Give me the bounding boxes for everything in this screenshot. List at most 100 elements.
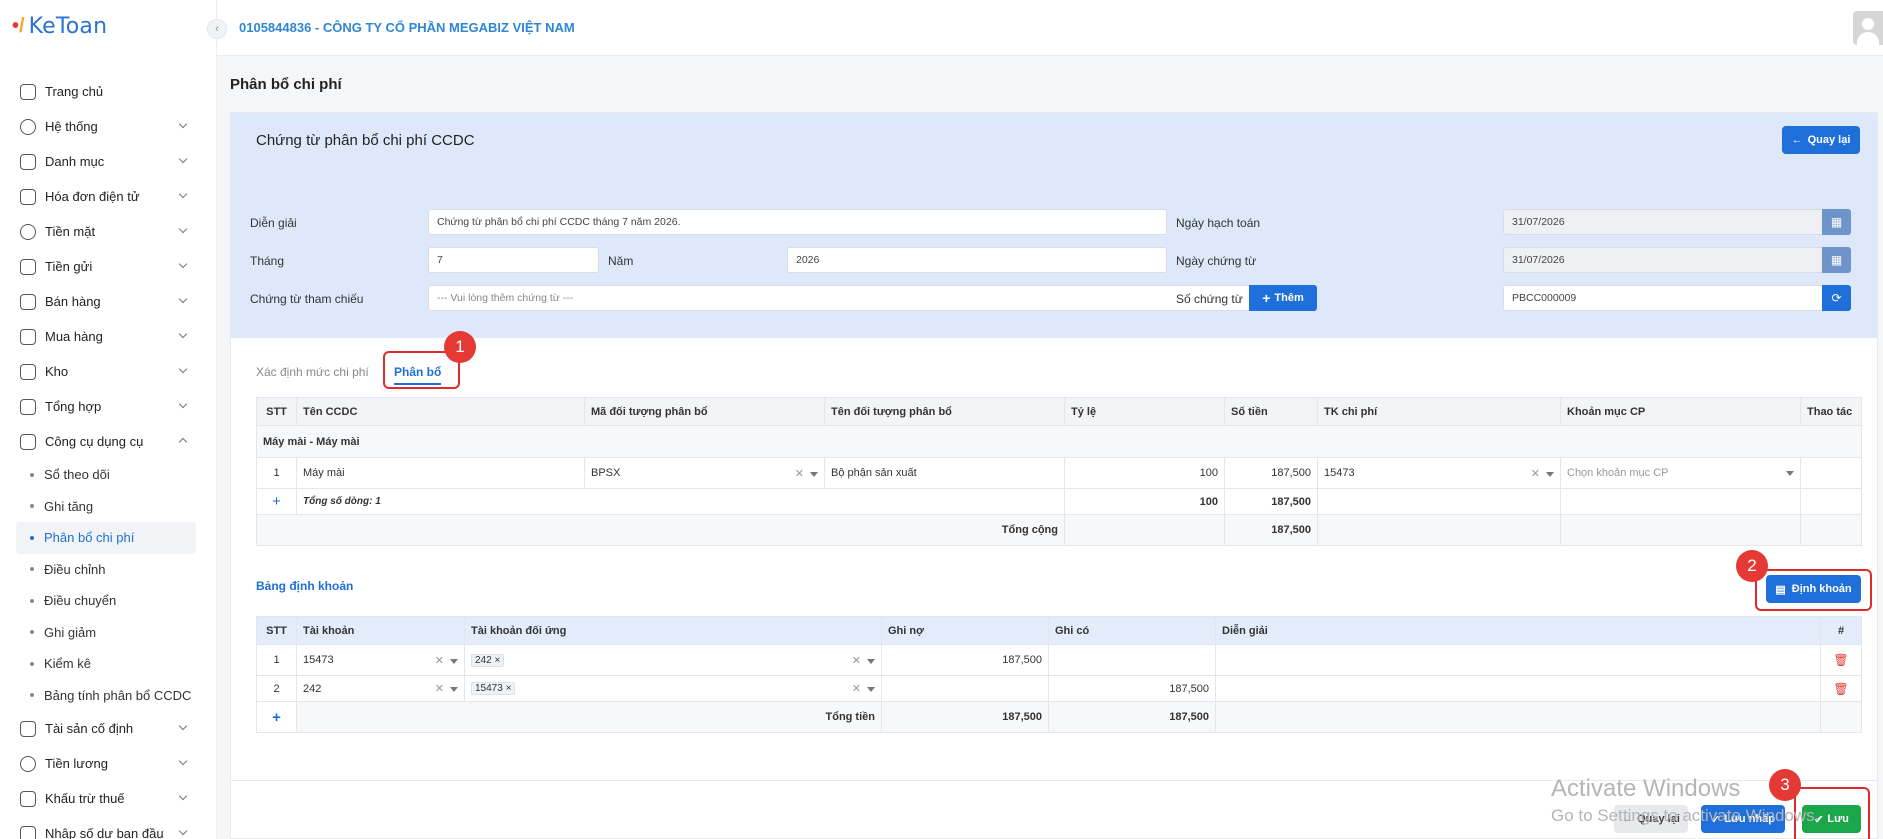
sidebar-subitem-6[interactable]: Kiểm kê	[0, 648, 216, 680]
dien-giai-input[interactable]	[1215, 675, 1821, 702]
row-stt: 1	[256, 644, 297, 676]
khoan-muc-placeholder: Chọn khoản mục CP	[1567, 467, 1669, 479]
dollar-icon	[20, 755, 36, 772]
user-avatar[interactable]	[1853, 11, 1883, 45]
page-title: Phân bổ chi phí	[230, 76, 342, 93]
ghi-co-input[interactable]	[1048, 644, 1216, 676]
sidebar-item-1[interactable]: Hệ thống	[0, 109, 216, 144]
tai-khoan-select[interactable]: 15473 ✕	[296, 644, 465, 676]
entry-table-header: STT Tài khoản Tài khoản đối ứng Ghi nợ G…	[256, 616, 1862, 645]
tag-label: 242	[475, 654, 492, 666]
clear-icon[interactable]: ✕	[852, 655, 861, 667]
sidebar-item-after-3[interactable]: Nhập số dư ban đầu	[0, 816, 216, 839]
clear-icon[interactable]: ✕	[852, 683, 861, 695]
col-dien-giai: Diễn giải	[1215, 616, 1821, 645]
sidebar-item-after-1[interactable]: Tiền lương	[0, 746, 216, 781]
voucher-card: Chứng từ phân bổ chi phí CCDC ← Quay lại…	[230, 112, 1878, 839]
sidebar-subitem-0[interactable]: Sổ theo dõi	[0, 459, 216, 491]
sidebar-item-label: Bán hàng	[45, 294, 101, 309]
add-reference-button[interactable]: + Thêm	[1249, 285, 1317, 311]
ghi-no-input[interactable]: 187,500	[881, 644, 1049, 676]
clear-icon[interactable]: ✕	[435, 655, 444, 667]
calendar-icon[interactable]: ▦	[1822, 209, 1851, 235]
sidebar-item-5[interactable]: Tiền gửi	[0, 249, 216, 284]
tai-khoan-select[interactable]: 242 ✕	[296, 675, 465, 702]
empty-cell	[1317, 488, 1561, 515]
ngay-chung-tu-input[interactable]: 31/07/2026	[1503, 247, 1823, 273]
add-row-button[interactable]: +	[256, 488, 297, 515]
trash-icon[interactable]: 🗑	[1820, 644, 1862, 676]
khoan-muc-select[interactable]: Chọn khoản mục CP	[1560, 457, 1801, 489]
sidebar-item-7[interactable]: Mua hàng	[0, 319, 216, 354]
total-label: Tổng tiền	[296, 701, 882, 733]
tag-remove-icon[interactable]: ×	[506, 683, 512, 694]
sidebar-item-6[interactable]: Bán hàng	[0, 284, 216, 319]
sidebar-item-after-0[interactable]: Tài sản cố định	[0, 711, 216, 746]
row-ten-ccdc[interactable]: Máy mài	[296, 457, 585, 489]
sidebar-item-10[interactable]: Công cụ dụng cụ	[0, 424, 216, 459]
arrow-left-icon: ←	[1791, 134, 1803, 146]
total-ghi-co: 187,500	[1048, 701, 1216, 733]
tai-khoan-doi-ung-select[interactable]: 15473 × ✕	[464, 675, 882, 702]
sidebar-item-9[interactable]: Tổng hợp	[0, 389, 216, 424]
tag-remove-icon[interactable]: ×	[494, 655, 500, 666]
table-row: 2 242 ✕ 15473 × ✕ 187,500 🗑	[256, 675, 1862, 702]
sidebar-subitem-4[interactable]: Điều chuyển	[0, 585, 216, 617]
sidebar-item-4[interactable]: Tiền mặt	[0, 214, 216, 249]
row-ten-doi-tuong[interactable]: Bộ phận sản xuất	[824, 457, 1065, 489]
allocation-table: STT Tên CCDC Mã đối tượng phân bổ Tên đố…	[256, 397, 1862, 546]
bank-icon	[20, 790, 36, 807]
caret-down-icon[interactable]	[867, 658, 875, 664]
sidebar-subitem-7[interactable]: Bảng tính phân bổ CCDC	[0, 680, 216, 712]
sidebar-item-8[interactable]: Kho	[0, 354, 216, 389]
bullet-icon	[30, 504, 34, 509]
sidebar-item-label: Mua hàng	[45, 329, 103, 344]
bullet-icon	[30, 630, 34, 635]
ngay-hach-toan-label: Ngày hạch toán	[1176, 216, 1261, 230]
app-logo[interactable]: •/ KeToan	[12, 14, 107, 39]
thang-input[interactable]: 7	[428, 247, 599, 273]
add-row-button[interactable]: +	[256, 701, 297, 733]
caret-down-icon[interactable]	[810, 471, 818, 477]
sidebar-item-after-2[interactable]: Khấu trừ thuế	[0, 781, 216, 816]
sidebar-subitem-1[interactable]: Ghi tăng	[0, 491, 216, 523]
ghi-co-input[interactable]: 187,500	[1048, 675, 1216, 702]
calendar-icon[interactable]: ▦	[1822, 247, 1851, 273]
row-count: Tổng số dòng: 1	[296, 488, 1065, 515]
empty-cell	[1820, 701, 1862, 733]
dien-giai-input[interactable]: Chứng từ phân bổ chi phí CCDC tháng 7 nă…	[428, 209, 1167, 235]
sidebar-subitem-5[interactable]: Ghi giảm	[0, 617, 216, 649]
tai-khoan-doi-ung-select[interactable]: 242 × ✕	[464, 644, 882, 676]
caret-down-icon[interactable]	[1546, 471, 1554, 477]
caret-down-icon[interactable]	[450, 687, 458, 692]
sidebar-item-3[interactable]: Hóa đơn điện tử	[0, 179, 216, 214]
tab-xac-dinh-muc-chi-phi[interactable]: Xác định mức chi phí	[256, 365, 369, 379]
caret-down-icon[interactable]	[1786, 470, 1794, 476]
ghi-no-input[interactable]	[881, 675, 1049, 702]
ngay-hach-toan-input[interactable]: 31/07/2026	[1503, 209, 1823, 235]
row-so-tien[interactable]: 187,500	[1224, 457, 1318, 489]
caret-down-icon[interactable]	[450, 658, 458, 664]
total-row: + Tổng tiền 187,500 187,500	[256, 701, 1862, 733]
sidebar-item-home[interactable]: Trang chủ	[0, 74, 216, 109]
back-button-label: Quay lại	[1807, 134, 1851, 146]
sidebar-subitem-3[interactable]: Điều chỉnh	[0, 554, 216, 586]
empty-cell	[1800, 488, 1862, 515]
refresh-icon[interactable]: ⟳	[1822, 285, 1851, 311]
trash-icon[interactable]: 🗑	[1820, 675, 1862, 702]
sidebar-subitem-2[interactable]: Phân bổ chi phí	[16, 522, 196, 554]
nam-input[interactable]: 2026	[787, 247, 1167, 273]
tk-chi-phi-select[interactable]: 15473 ✕	[1317, 457, 1561, 489]
sidebar-item-2[interactable]: Danh mục	[0, 144, 216, 179]
so-chung-tu-input[interactable]: PBCC000009	[1503, 285, 1823, 311]
row-ty-le[interactable]: 100	[1064, 457, 1225, 489]
clear-icon[interactable]: ✕	[795, 468, 804, 480]
chung-tu-tham-chieu-input[interactable]: --- Vui lòng thêm chứng từ ---	[428, 285, 1250, 311]
dien-giai-input[interactable]	[1215, 644, 1821, 676]
collapse-sidebar-button[interactable]: ‹	[207, 19, 227, 39]
ma-doi-tuong-select[interactable]: BPSX ✕	[584, 457, 825, 489]
clear-icon[interactable]: ✕	[1531, 468, 1540, 480]
caret-down-icon[interactable]	[867, 687, 875, 692]
back-button-top[interactable]: ← Quay lại	[1782, 126, 1860, 154]
clear-icon[interactable]: ✕	[435, 683, 444, 695]
